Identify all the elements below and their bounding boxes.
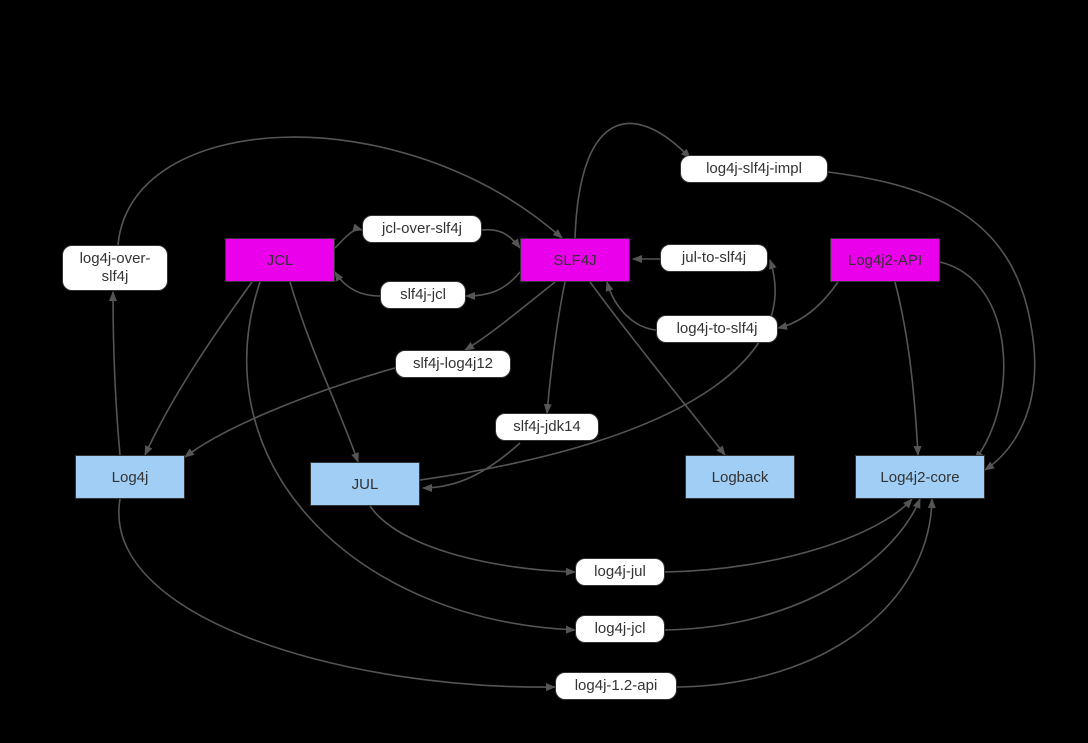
node-jcl: JCL — [225, 238, 335, 282]
label: log4j-1.2-api — [575, 677, 658, 695]
label: slf4j-jcl — [400, 286, 446, 304]
label: JUL — [352, 476, 379, 493]
label: slf4j-jdk14 — [513, 418, 581, 436]
bridge-log4j-jcl: log4j-jcl — [575, 615, 665, 643]
node-log4j2-core: Log4j2-core — [855, 455, 985, 499]
label: log4j-slf4j-impl — [706, 160, 802, 178]
bridge-jul-to-slf4j: jul-to-slf4j — [660, 244, 768, 272]
label: jcl-over-slf4j — [382, 220, 462, 238]
bridge-slf4j-jcl: slf4j-jcl — [380, 281, 466, 309]
label: jul-to-slf4j — [682, 249, 746, 267]
label: log4j-jcl — [595, 620, 646, 638]
label: log4j-to-slf4j — [677, 320, 758, 338]
bridge-slf4j-log4j12: slf4j-log4j12 — [395, 350, 511, 378]
label: Log4j2-API — [848, 252, 922, 269]
node-log4j: Log4j — [75, 455, 185, 499]
label: JCL — [267, 252, 294, 269]
label: log4j-over- slf4j — [80, 250, 151, 286]
bridge-slf4j-jdk14: slf4j-jdk14 — [495, 413, 599, 441]
label: slf4j-log4j12 — [413, 355, 493, 373]
label: log4j-jul — [594, 563, 646, 581]
node-log4j2-api: Log4j2-API — [830, 238, 940, 282]
bridge-log4j-slf4j-impl: log4j-slf4j-impl — [680, 155, 828, 183]
label: Log4j — [112, 469, 149, 486]
node-jul: JUL — [310, 462, 420, 506]
node-logback: Logback — [685, 455, 795, 499]
label: Logback — [712, 469, 769, 486]
bridge-log4j-over-slf4j: log4j-over- slf4j — [62, 245, 168, 291]
bridge-jcl-over-slf4j: jcl-over-slf4j — [362, 215, 482, 243]
label: SLF4J — [553, 252, 596, 269]
bridge-log4j-1-2-api: log4j-1.2-api — [555, 672, 677, 700]
node-slf4j: SLF4J — [520, 238, 630, 282]
bridge-log4j-to-slf4j: log4j-to-slf4j — [656, 315, 778, 343]
bridge-log4j-jul: log4j-jul — [575, 558, 665, 586]
label: Log4j2-core — [880, 469, 959, 486]
